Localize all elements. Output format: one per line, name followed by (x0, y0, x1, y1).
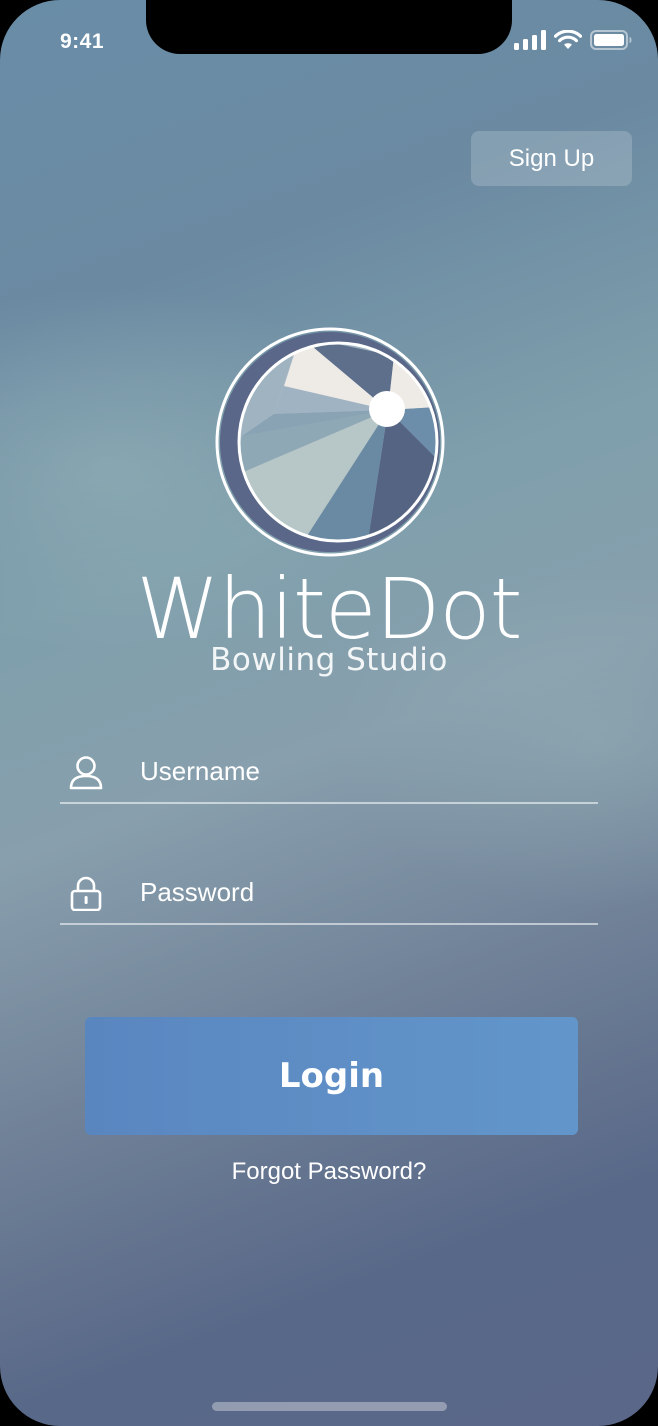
status-icons (514, 30, 632, 50)
cellular-signal-icon (514, 30, 546, 50)
username-input[interactable] (138, 750, 582, 792)
lock-icon (70, 876, 102, 911)
signup-button[interactable]: Sign Up (471, 131, 632, 186)
device-notch (146, 0, 512, 54)
status-time: 9:41 (60, 30, 105, 53)
user-icon (69, 756, 103, 790)
login-screen: 9:41 Sign Up WhiteDot Bowling Studio Use… (0, 0, 658, 1426)
bowling-ball-logo (215, 327, 445, 557)
wifi-icon (554, 30, 582, 49)
password-input[interactable] (138, 871, 582, 913)
forgot-password-link[interactable]: Forgot Password? (0, 1158, 658, 1186)
home-indicator[interactable] (212, 1402, 447, 1411)
password-field-row (60, 863, 598, 925)
battery-icon (590, 30, 632, 50)
login-button[interactable]: Login (85, 1017, 578, 1135)
username-field-row (60, 742, 598, 804)
brand-subtitle: Bowling Studio (210, 642, 448, 678)
